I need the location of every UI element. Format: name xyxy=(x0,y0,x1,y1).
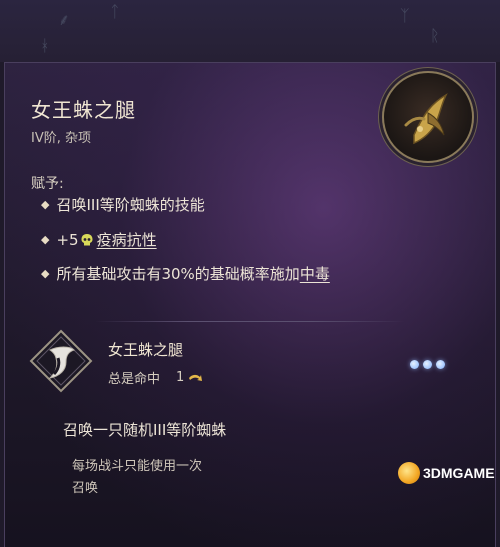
grant-text: 召唤III等阶蜘蛛的技能 xyxy=(56,196,205,214)
decorative-rune-icon: ᚼ xyxy=(40,36,50,55)
dot-icon xyxy=(436,360,445,369)
ability-name: 女王蛛之腿 xyxy=(108,341,184,359)
queen-spider-leg-icon xyxy=(382,71,474,163)
decorative-rune-icon: ⸙ xyxy=(58,10,71,29)
decorative-rune-icon: ᛏ xyxy=(110,2,120,21)
top-header-strip: ⸙ ᛏ ᚼ ᛉ ᚱ xyxy=(0,0,500,62)
dot-icon xyxy=(423,360,432,369)
grant-prefix: +5 xyxy=(56,230,79,249)
poison-link[interactable]: 中毒 xyxy=(300,263,330,284)
grant-text: 所有基础攻击有30%的基础概率施加 xyxy=(56,265,300,283)
grants-label: 赋予: xyxy=(31,176,64,192)
grant-poison-chance: ◆ 所有基础攻击有30%的基础概率施加 中毒 xyxy=(41,263,330,284)
watermark-logo-icon xyxy=(398,462,420,484)
section-divider xyxy=(95,321,405,322)
ability-description: 召唤一只随机III等阶蜘蛛 xyxy=(63,421,227,439)
accuracy-text: 总是命中 xyxy=(108,372,161,387)
decorative-rune-icon: ᛉ xyxy=(400,6,410,25)
bullet-icon: ◆ xyxy=(41,267,50,280)
ability-note-once-per-battle: 每场战斗只能使用一次 xyxy=(72,459,203,474)
grant-plague-resistance: ◆ +5 疫病抗性 xyxy=(41,229,157,250)
grant-summon-skill: ◆ 召唤III等阶蜘蛛的技能 xyxy=(41,194,205,215)
bullet-icon: ◆ xyxy=(41,198,50,211)
ability-meta: 总是命中 1 xyxy=(108,368,203,387)
ability-icon[interactable] xyxy=(28,328,94,394)
plague-resistance-link[interactable]: 疫病抗性 xyxy=(97,229,157,250)
watermark-text: 3DMGAME xyxy=(423,465,495,481)
item-title: 女王蛛之腿 xyxy=(31,98,136,122)
dot-icon xyxy=(410,360,419,369)
hook-icon xyxy=(187,372,203,384)
cost-count: 1 xyxy=(176,370,185,385)
watermark: 3DMGAME xyxy=(398,462,495,484)
ability-note-summon: 召唤 xyxy=(72,481,99,496)
more-options-button[interactable] xyxy=(410,360,445,369)
skull-icon xyxy=(80,233,94,247)
bullet-icon: ◆ xyxy=(41,233,50,246)
decorative-rune-icon: ᚱ xyxy=(430,26,440,45)
item-tier-category: IV阶, 杂项 xyxy=(31,131,91,146)
